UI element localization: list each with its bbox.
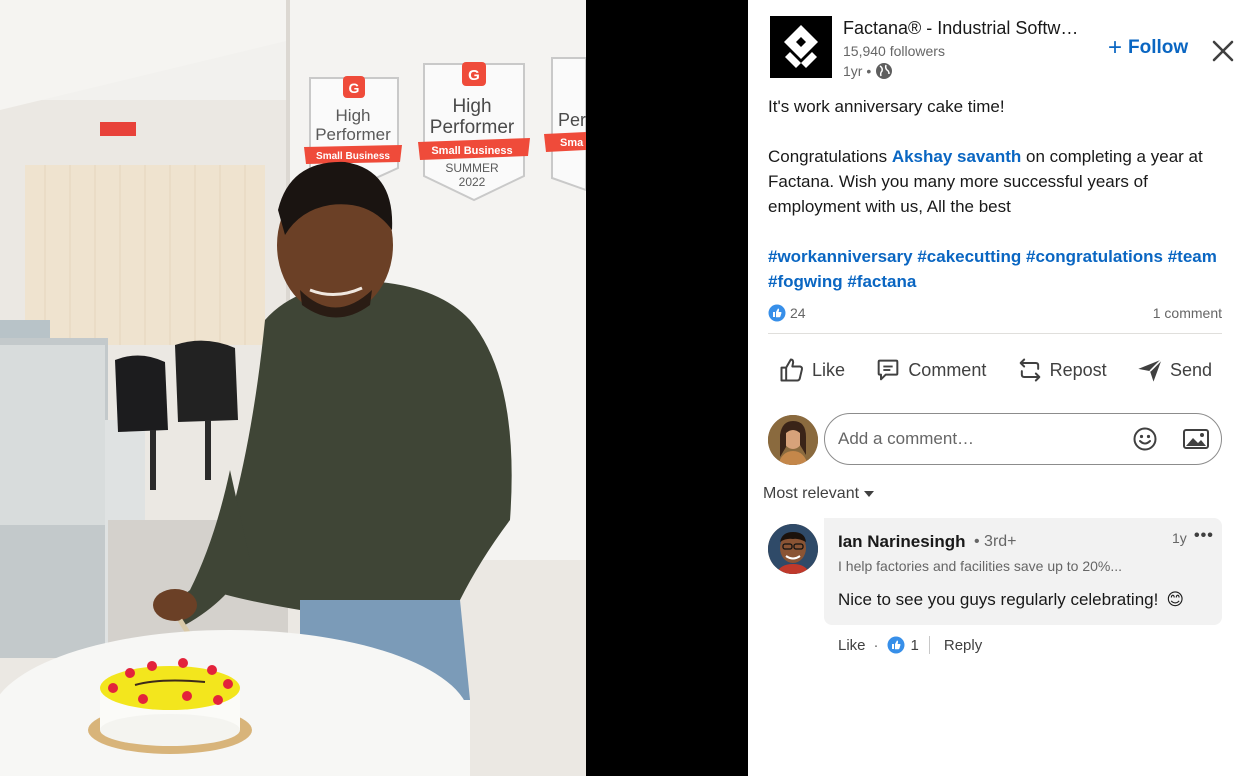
close-icon[interactable] (1210, 38, 1236, 64)
send-icon (1138, 358, 1163, 382)
post-photo[interactable]: G High Performer Small Business G High P… (0, 0, 586, 776)
comment-input[interactable] (824, 413, 1222, 465)
caret-down-icon (864, 491, 875, 497)
more-options-icon[interactable]: ••• (1194, 527, 1214, 545)
reaction-count[interactable]: 24 (768, 304, 806, 322)
action-bar: Like Comment Repost Send (768, 348, 1222, 392)
smile-emoji-icon: 😊 (1166, 590, 1185, 609)
image-icon[interactable] (1182, 426, 1210, 452)
hashtag-link[interactable]: #fogwing (768, 272, 843, 291)
hashtag-link[interactable]: #team (1168, 247, 1217, 266)
mention-link[interactable]: Akshay savanth (892, 147, 1021, 166)
company-logo[interactable] (770, 16, 832, 78)
comment-item: Ian Narinesingh • 3rd+ 1y ••• I help fac… (768, 518, 1222, 658)
repost-label: Repost (1049, 359, 1107, 380)
post-timestamp: 1yr • (843, 62, 893, 80)
post-congrats: Congratulations Akshay savanth on comple… (768, 144, 1223, 219)
like-label: Like (812, 359, 846, 380)
svg-text:Per: Per (558, 110, 586, 130)
plus-icon: + (1108, 34, 1123, 61)
congrats-prefix: Congratulations (768, 147, 892, 166)
follow-label: Follow (1128, 37, 1189, 58)
comment-label: Comment (908, 359, 987, 380)
send-button[interactable]: Send (1126, 350, 1222, 390)
divider (768, 333, 1222, 334)
factana-logo-icon (770, 16, 832, 78)
svg-text:Small Business: Small Business (431, 145, 512, 157)
comment-actions: Like · 1 Reply (838, 636, 982, 654)
post-media: G High Performer Small Business G High P… (0, 0, 748, 776)
sort-label: Most relevant (763, 485, 860, 502)
like-button[interactable]: Like (768, 350, 855, 390)
avatar[interactable] (768, 415, 818, 465)
photo-scene: G High Performer Small Business G High P… (0, 0, 586, 776)
like-reaction-icon (887, 636, 905, 654)
commenter-headline: I help factories and facilities save up … (838, 558, 1123, 574)
avatar[interactable] (768, 524, 818, 574)
comment-bubble: Ian Narinesingh • 3rd+ 1y ••• I help fac… (824, 518, 1222, 625)
hashtag-link[interactable]: #cakecutting (917, 247, 1021, 266)
svg-text:Performer: Performer (430, 117, 515, 138)
svg-text:SUMMER: SUMMER (445, 161, 499, 175)
comment-text: Nice to see you guys regularly celebrati… (838, 590, 1184, 610)
repost-button[interactable]: Repost (1006, 350, 1117, 390)
emoji-icon[interactable] (1132, 426, 1158, 452)
globe-icon (876, 63, 893, 79)
svg-text:G: G (349, 80, 360, 96)
post-header: Factana® - Industrial Softw… 15,940 foll… (770, 16, 1237, 80)
separator-dot: · (873, 636, 879, 654)
svg-text:2022: 2022 (459, 175, 486, 189)
comment-like-button[interactable]: Like (838, 637, 866, 654)
hashtag-link[interactable]: #congratulations (1026, 247, 1163, 266)
company-name[interactable]: Factana® - Industrial Softw… (843, 18, 1083, 39)
user-avatar-image (768, 415, 818, 465)
hashtag-link[interactable]: #factana (847, 272, 916, 291)
svg-text:Small Business: Small Business (316, 151, 390, 162)
connection-degree: • 3rd+ (974, 533, 1017, 550)
follow-button[interactable]: + Follow (1108, 36, 1188, 60)
like-reaction-icon (768, 304, 786, 322)
comment-reaction-count[interactable]: 1 (911, 637, 919, 654)
follower-count: 15,940 followers (843, 43, 945, 59)
svg-text:G: G (468, 67, 480, 84)
sort-dropdown[interactable]: Most relevant (763, 485, 875, 503)
comment-body: Nice to see you guys regularly celebrati… (838, 590, 1159, 609)
badge-2: G High Performer Small Business SUMMER 2… (418, 62, 530, 202)
svg-text:High: High (452, 96, 491, 117)
post-time: 1yr • (843, 63, 872, 79)
commenter-name[interactable]: Ian Narinesingh (838, 532, 966, 552)
hashtag-list: #workanniversary #cakecutting #congratul… (768, 244, 1223, 294)
comment-time: 1y (1172, 530, 1187, 546)
send-label: Send (1169, 359, 1212, 380)
post-detail-panel: Factana® - Industrial Softw… 15,940 foll… (748, 0, 1237, 776)
reaction-number: 24 (790, 305, 806, 321)
svg-text:Sma: Sma (560, 137, 584, 149)
post-intro: It's work anniversary cake time! (768, 97, 1005, 116)
post-body: It's work anniversary cake time! Congrat… (768, 94, 1223, 294)
comment-button[interactable]: Comment (864, 350, 996, 390)
repost-icon (1019, 358, 1040, 382)
svg-text:Performer: Performer (315, 125, 391, 144)
svg-text:High: High (336, 106, 371, 125)
comment-count[interactable]: 1 comment (1153, 305, 1222, 321)
hashtag-link[interactable]: #workanniversary (768, 247, 913, 266)
commenter-avatar-image (768, 524, 818, 574)
thumbs-up-icon (780, 358, 804, 382)
reply-button[interactable]: Reply (944, 637, 982, 654)
divider (928, 636, 930, 654)
social-counts: 24 1 comment (768, 302, 1222, 324)
comment-icon (877, 359, 899, 381)
comment-composer (768, 413, 1222, 465)
